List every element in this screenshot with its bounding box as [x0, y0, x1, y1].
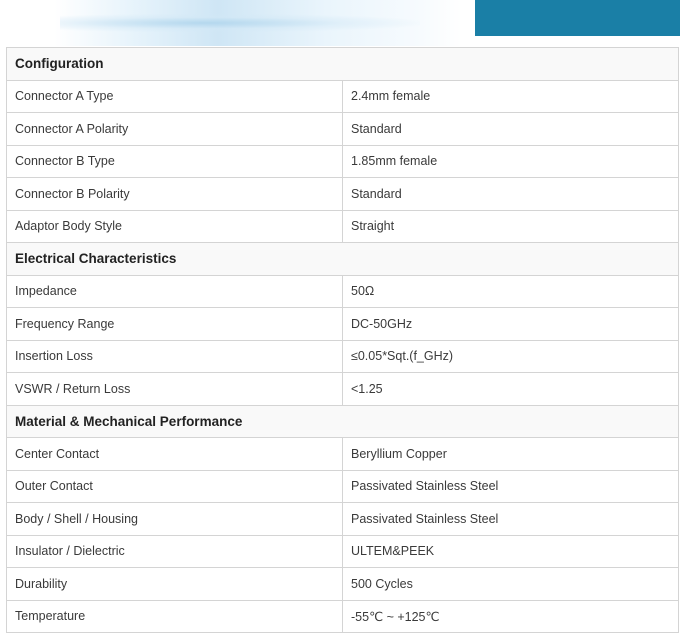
table-row: Frequency Range DC-50GHz: [6, 307, 679, 341]
table-row: Connector A Type 2.4mm female: [6, 79, 679, 113]
table-row: VSWR / Return Loss <1.25: [6, 372, 679, 406]
table-row: Center Contact Beryllium Copper: [6, 437, 679, 471]
spec-label: Temperature: [6, 599, 343, 633]
banner-accent-block: [475, 0, 680, 36]
spec-value: Straight: [342, 209, 679, 243]
spec-label: Adaptor Body Style: [6, 209, 343, 243]
table-row: Connector B Polarity Standard: [6, 177, 679, 211]
spec-value: Beryllium Copper: [342, 437, 679, 471]
spec-label: Frequency Range: [6, 307, 343, 341]
spec-value: 500 Cycles: [342, 567, 679, 601]
spec-table: Configuration Connector A Type 2.4mm fem…: [6, 47, 679, 633]
spec-value: 1.85mm female: [342, 144, 679, 178]
spec-value: Passivated Stainless Steel: [342, 502, 679, 536]
spec-value: ≤0.05*Sqt.(f_GHz): [342, 339, 679, 373]
top-banner: [0, 0, 680, 46]
spec-value: Passivated Stainless Steel: [342, 469, 679, 503]
table-row: Temperature -55℃ ~ +125℃: [6, 599, 679, 633]
section-title: Material & Mechanical Performance: [6, 404, 679, 438]
spec-label: Connector B Polarity: [6, 177, 343, 211]
section-header-electrical: Electrical Characteristics: [6, 242, 679, 276]
spec-label: Outer Contact: [6, 469, 343, 503]
spec-label: Insertion Loss: [6, 339, 343, 373]
spec-value: -55℃ ~ +125℃: [342, 599, 679, 633]
spec-label: Connector B Type: [6, 144, 343, 178]
spec-label: Center Contact: [6, 437, 343, 471]
spec-label: Durability: [6, 567, 343, 601]
spec-label: Impedance: [6, 274, 343, 308]
table-row: Insulator / Dielectric ULTEM&PEEK: [6, 534, 679, 568]
section-header-material: Material & Mechanical Performance: [6, 404, 679, 438]
spec-value: ULTEM&PEEK: [342, 534, 679, 568]
section-title: Configuration: [6, 47, 679, 81]
banner-graphic: [60, 14, 420, 32]
spec-value: <1.25: [342, 372, 679, 406]
spec-label: Connector A Polarity: [6, 112, 343, 146]
table-row: Durability 500 Cycles: [6, 567, 679, 601]
table-row: Body / Shell / Housing Passivated Stainl…: [6, 502, 679, 536]
spec-label: Connector A Type: [6, 79, 343, 113]
spec-label: Body / Shell / Housing: [6, 502, 343, 536]
spec-value: 2.4mm female: [342, 79, 679, 113]
table-row: Connector B Type 1.85mm female: [6, 144, 679, 178]
section-header-configuration: Configuration: [6, 47, 679, 81]
spec-label: Insulator / Dielectric: [6, 534, 343, 568]
spec-value: Standard: [342, 177, 679, 211]
table-row: Connector A Polarity Standard: [6, 112, 679, 146]
spec-value: DC-50GHz: [342, 307, 679, 341]
table-row: Outer Contact Passivated Stainless Steel: [6, 469, 679, 503]
table-row: Impedance 50Ω: [6, 274, 679, 308]
spec-label: VSWR / Return Loss: [6, 372, 343, 406]
table-row: Adaptor Body Style Straight: [6, 209, 679, 243]
spec-value: 50Ω: [342, 274, 679, 308]
table-row: Insertion Loss ≤0.05*Sqt.(f_GHz): [6, 339, 679, 373]
spec-value: Standard: [342, 112, 679, 146]
section-title: Electrical Characteristics: [6, 242, 679, 276]
